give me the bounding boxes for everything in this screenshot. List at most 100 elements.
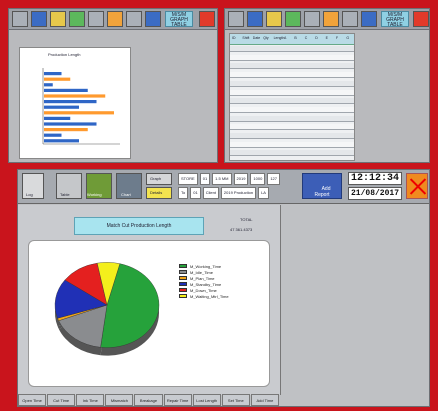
tool-button-4[interactable] [69, 11, 85, 27]
form-cell[interactable]: Client [202, 187, 219, 199]
tool-button-2[interactable] [31, 11, 47, 27]
view-selector[interactable]: M/S/M GRAPH TABLE [381, 11, 409, 28]
legend-swatch [179, 288, 187, 292]
tool-button-7[interactable] [126, 11, 142, 27]
legend: M_Working_Time M_Idle_Time M_Plan_Time M_St… [179, 263, 229, 299]
pie-slices [54, 262, 160, 348]
table-row[interactable] [230, 80, 354, 87]
close-icon[interactable] [413, 11, 429, 27]
bottom-button[interactable]: Lost Length [192, 394, 221, 406]
total-label: TOTAL [240, 217, 253, 222]
bar [44, 77, 71, 81]
legend-swatch [179, 282, 187, 286]
table-header-cell: Qty [263, 36, 269, 40]
legend-swatch [179, 264, 187, 268]
form-cell[interactable]: 1000 [250, 173, 266, 185]
chart-label: Chart [121, 192, 131, 197]
legend-swatch [179, 270, 187, 274]
table-row[interactable] [230, 54, 354, 61]
logo-label: Log [26, 192, 33, 197]
table-row[interactable] [230, 124, 354, 131]
main-toolbar: Log Table Working Chart Graph Details ST… [18, 170, 429, 204]
form-cell[interactable]: 127 [267, 173, 281, 185]
table-row[interactable] [230, 89, 354, 96]
tool-button-8[interactable] [361, 11, 377, 27]
bar [44, 100, 97, 104]
form-cell[interactable]: 2019 Production [220, 187, 257, 199]
top-left-window: M/S/M GRAPH TABLE Production Length [8, 8, 218, 163]
close-icon[interactable] [199, 11, 215, 27]
main-window: Log Table Working Chart Graph Details ST… [17, 169, 430, 407]
tool-button-2[interactable] [247, 11, 263, 27]
total-value: 47 361.4373 [230, 227, 253, 232]
table-header-cell: D [315, 36, 318, 40]
bottom-button[interactable]: Add Time [250, 394, 279, 406]
table-row[interactable] [230, 150, 354, 157]
bottom-button[interactable]: Repair Time [163, 394, 192, 406]
content-panel: Match Cut Production Length TOTAL 47 361… [18, 205, 281, 395]
toolbar: M/S/M GRAPH TABLE [225, 9, 429, 30]
view-selector[interactable]: M/S/M GRAPH TABLE [165, 11, 193, 28]
bar-series [44, 72, 114, 143]
tool-button-1[interactable] [228, 11, 244, 27]
bottom-button-row: Open TimeCut TimeInk TimeMismatch TimeBr… [18, 392, 280, 406]
graph-label: Graph [150, 176, 162, 181]
legend-swatch [179, 294, 187, 298]
table-row[interactable] [230, 133, 354, 139]
table-header-cell: C [304, 36, 308, 40]
legend-label: M_Standby_Time [190, 281, 222, 287]
table-row[interactable] [230, 106, 354, 113]
table-row[interactable] [230, 63, 354, 70]
table-header-cell: ID [232, 36, 236, 40]
form-cell[interactable]: 01 [199, 173, 211, 185]
tool-button-3[interactable] [266, 11, 282, 27]
bar [44, 88, 88, 92]
tool-button-8[interactable] [145, 11, 161, 27]
table-row[interactable] [230, 115, 354, 122]
chart-document: Production Length [19, 47, 131, 159]
tool-button-6[interactable] [323, 11, 339, 27]
pie-chart [54, 262, 160, 356]
bottom-button[interactable]: Open Time [18, 394, 47, 406]
form-cell[interactable]: 01 [190, 187, 201, 199]
table-row[interactable] [230, 72, 354, 79]
form-area: STORE 01 1.5 MM 2019 1000 127 To 01 Clie… [178, 173, 288, 199]
add-report-button[interactable]: Add Report [302, 173, 342, 199]
bottom-button[interactable]: Cut Time [47, 394, 76, 406]
bottom-button[interactable]: Set Time [221, 394, 250, 406]
bar [44, 133, 62, 137]
legend-label: M_Waiting_Mtrl_Time [190, 293, 229, 299]
table-header-cell: Shift [242, 36, 250, 40]
tool-button-3[interactable] [50, 11, 66, 27]
tool-button-5[interactable] [304, 11, 320, 27]
exit-icon[interactable] [406, 173, 428, 199]
table-row[interactable] [230, 141, 354, 148]
legend-label: M_Plan_Time [190, 275, 215, 281]
form-cell[interactable]: To [178, 187, 189, 199]
legend-label: M_Working_Time [190, 263, 222, 269]
table-label: Table [60, 192, 70, 197]
tool-button-1[interactable] [12, 11, 28, 27]
bar [44, 72, 62, 76]
tool-button-4[interactable] [285, 11, 301, 27]
tool-button-7[interactable] [342, 11, 358, 27]
legend-swatch [179, 276, 187, 280]
form-cell[interactable]: STORE [178, 173, 198, 185]
form-cell[interactable]: 2019 [233, 173, 249, 185]
form-cell[interactable]: LA [258, 187, 269, 199]
bottom-button[interactable]: Mismatch Time [105, 394, 134, 406]
bar [44, 139, 79, 143]
table-row[interactable] [230, 46, 354, 52]
bottom-button[interactable]: Ink Time [76, 394, 105, 406]
legend-label: M_Down_Time [190, 287, 217, 293]
tool-button-6[interactable] [107, 11, 123, 27]
form-cell[interactable]: 1.5 MM [212, 173, 232, 185]
form-row-2: To 01 Client 2019 Production LA [178, 187, 288, 199]
bottom-button[interactable]: Breakage Time [134, 394, 163, 406]
legend-label: M_Idle_Time [190, 269, 213, 275]
legend-entry: M_Waiting_Mtrl_Time [179, 293, 229, 299]
working-label: Working [87, 192, 102, 197]
tool-button-5[interactable] [88, 11, 104, 27]
table-row[interactable] [230, 98, 354, 105]
details-label: Details [150, 190, 163, 195]
